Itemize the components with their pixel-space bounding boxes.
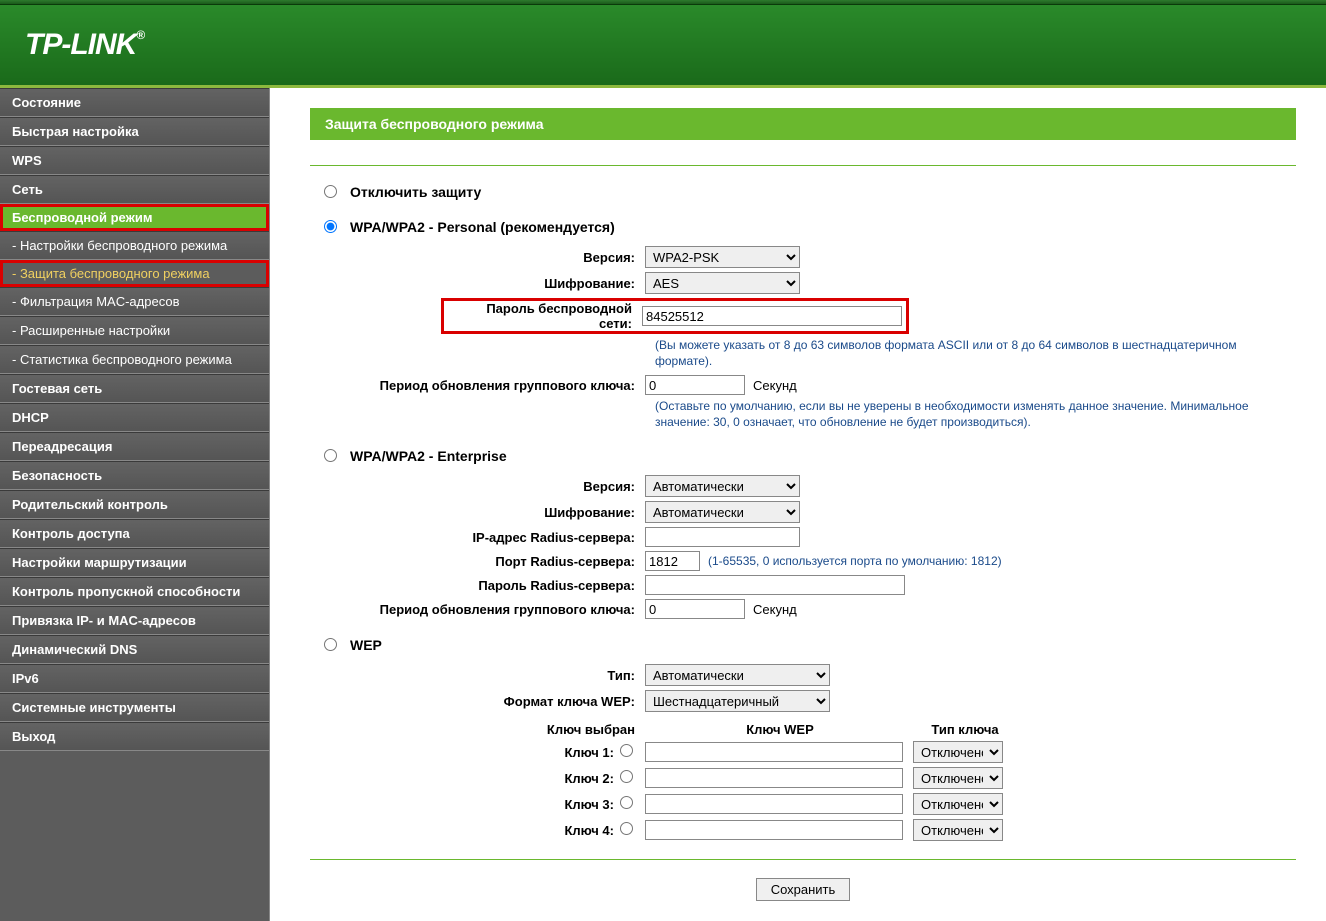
sidebar-item[interactable]: Безопасность bbox=[0, 461, 269, 490]
password-note: (Вы можете указать от 8 до 63 символов ф… bbox=[655, 338, 1295, 369]
sidebar-item[interactable]: - Фильтрация MAC-адресов bbox=[0, 287, 269, 316]
wpa-personal-gk-input[interactable] bbox=[645, 375, 745, 395]
wep-key-type-select[interactable]: Отключено bbox=[913, 741, 1003, 763]
gk-note: (Оставьте по умолчанию, если вы не увере… bbox=[655, 399, 1295, 430]
radius-ip-input[interactable] bbox=[645, 527, 800, 547]
wep-key-type-select[interactable]: Отключено bbox=[913, 793, 1003, 815]
wep-format-select[interactable]: Шестнадцатеричный bbox=[645, 690, 830, 712]
sidebar-item[interactable]: Выход bbox=[0, 722, 269, 751]
main-content: Защита беспроводного режима Отключить за… bbox=[270, 88, 1326, 921]
sidebar-item[interactable]: Состояние bbox=[0, 88, 269, 117]
wep-key-radio[interactable] bbox=[620, 744, 633, 757]
radius-port-label: Порт Radius-сервера: bbox=[310, 554, 645, 569]
radio-wep[interactable] bbox=[324, 638, 337, 651]
sidebar-item[interactable]: Системные инструменты bbox=[0, 693, 269, 722]
save-button[interactable]: Сохранить bbox=[756, 878, 851, 901]
sidebar-item[interactable]: WPS bbox=[0, 146, 269, 175]
wep-key-input[interactable] bbox=[645, 820, 903, 840]
wep-key-label: Ключ 3: bbox=[310, 797, 620, 812]
sidebar-item[interactable]: Настройки маршрутизации bbox=[0, 548, 269, 577]
logo: TP-LINK® bbox=[25, 28, 144, 62]
sidebar-item[interactable]: - Статистика беспроводного режима bbox=[0, 345, 269, 374]
radius-port-note: (1-65535, 0 используется порта по умолча… bbox=[708, 554, 1002, 568]
wep-type-select[interactable]: Автоматически bbox=[645, 664, 830, 686]
wireless-password-input[interactable] bbox=[642, 306, 902, 326]
wpa-ent-version-select[interactable]: Автоматически bbox=[645, 475, 800, 497]
radius-port-input[interactable] bbox=[645, 551, 700, 571]
disable-security-label: Отключить защиту bbox=[350, 184, 481, 200]
wep-hdr-selected: Ключ выбран bbox=[310, 722, 645, 737]
sidebar-item[interactable]: Беспроводной режим bbox=[0, 204, 269, 231]
version-label: Версия: bbox=[310, 250, 645, 265]
encryption-label: Шифрование: bbox=[310, 276, 645, 291]
radio-disable-security[interactable] bbox=[324, 185, 337, 198]
ent-version-label: Версия: bbox=[310, 479, 645, 494]
sidebar-item[interactable]: Быстрая настройка bbox=[0, 117, 269, 146]
radio-wpa-enterprise[interactable] bbox=[324, 449, 337, 462]
page-title: Защита беспроводного режима bbox=[310, 108, 1296, 140]
wpa-personal-version-select[interactable]: WPA2-PSK bbox=[645, 246, 800, 268]
divider-bottom bbox=[310, 859, 1296, 860]
sidebar-item[interactable]: DHCP bbox=[0, 403, 269, 432]
ent-encryption-label: Шифрование: bbox=[310, 505, 645, 520]
wpa-personal-title: WPA/WPA2 - Personal (рекомендуется) bbox=[350, 219, 615, 235]
wep-format-label: Формат ключа WEP: bbox=[310, 694, 645, 709]
password-label: Пароль беспроводной сети: bbox=[444, 301, 642, 331]
wpa-ent-gk-input[interactable] bbox=[645, 599, 745, 619]
divider bbox=[310, 165, 1296, 166]
ent-gk-label: Период обновления группового ключа: bbox=[310, 602, 645, 617]
ent-gk-unit: Секунд bbox=[753, 602, 797, 617]
wpa-personal-encryption-select[interactable]: AES bbox=[645, 272, 800, 294]
wep-key-label: Ключ 4: bbox=[310, 823, 620, 838]
sidebar: СостояниеБыстрая настройкаWPSСетьБеспров… bbox=[0, 88, 270, 921]
wpa-ent-encryption-select[interactable]: Автоматически bbox=[645, 501, 800, 523]
wep-key-radio[interactable] bbox=[620, 796, 633, 809]
sidebar-item[interactable]: Родительский контроль bbox=[0, 490, 269, 519]
wep-key-radio[interactable] bbox=[620, 770, 633, 783]
sidebar-item[interactable]: Контроль пропускной способности bbox=[0, 577, 269, 606]
radius-pw-input[interactable] bbox=[645, 575, 905, 595]
password-highlight-box: Пароль беспроводной сети: bbox=[441, 298, 909, 334]
sidebar-item[interactable]: Динамический DNS bbox=[0, 635, 269, 664]
radio-wpa-personal[interactable] bbox=[324, 220, 337, 233]
wep-key-type-select[interactable]: Отключено bbox=[913, 819, 1003, 841]
radius-pw-label: Пароль Radius-сервера: bbox=[310, 578, 645, 593]
radius-ip-label: IP-адрес Radius-сервера: bbox=[310, 530, 645, 545]
sidebar-item[interactable]: Контроль доступа bbox=[0, 519, 269, 548]
wep-type-label: Тип: bbox=[310, 668, 645, 683]
header: TP-LINK® bbox=[0, 5, 1326, 85]
wep-key-input[interactable] bbox=[645, 768, 903, 788]
sidebar-item[interactable]: Привязка IP- и MAC-адресов bbox=[0, 606, 269, 635]
sidebar-item[interactable]: Гостевая сеть bbox=[0, 374, 269, 403]
sidebar-item[interactable]: - Настройки беспроводного режима bbox=[0, 231, 269, 260]
wep-key-label: Ключ 2: bbox=[310, 771, 620, 786]
wep-key-input[interactable] bbox=[645, 742, 903, 762]
wep-key-label: Ключ 1: bbox=[310, 745, 620, 760]
gk-label: Период обновления группового ключа: bbox=[310, 378, 645, 393]
wpa-enterprise-title: WPA/WPA2 - Enterprise bbox=[350, 448, 507, 464]
sidebar-item[interactable]: Переадресация bbox=[0, 432, 269, 461]
wep-key-type-select[interactable]: Отключено bbox=[913, 767, 1003, 789]
gk-unit: Секунд bbox=[753, 378, 797, 393]
sidebar-item[interactable]: - Расширенные настройки bbox=[0, 316, 269, 345]
wep-title: WEP bbox=[350, 637, 382, 653]
sidebar-item[interactable]: IPv6 bbox=[0, 664, 269, 693]
wep-key-radio[interactable] bbox=[620, 822, 633, 835]
wep-key-input[interactable] bbox=[645, 794, 903, 814]
wep-hdr-key: Ключ WEP bbox=[645, 722, 915, 737]
sidebar-item[interactable]: Сеть bbox=[0, 175, 269, 204]
sidebar-item[interactable]: - Защита беспроводного режима bbox=[0, 260, 269, 287]
wep-hdr-type: Тип ключа bbox=[915, 722, 1015, 737]
